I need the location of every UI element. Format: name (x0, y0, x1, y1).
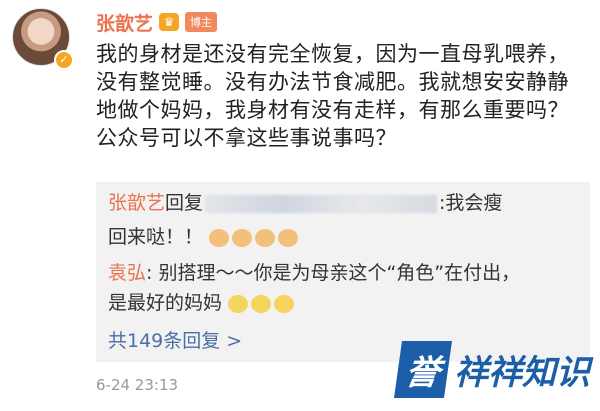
reply-1: 张歆艺回复 :我会瘦 (108, 190, 578, 217)
flexed-biceps-emoji-icon (209, 228, 230, 247)
logo-mark: 誉 (393, 340, 453, 398)
post-text: 我的身材是还没有完全恢复，因为一直母乳喂养，没有整觉睡。没有办法节食减肥。我就想… (96, 42, 569, 150)
flexed-biceps-emoji-icon (232, 228, 253, 247)
reply-text-cont: 是最好的妈妈 (108, 292, 223, 314)
reply-author-link[interactable]: 袁弘 (108, 262, 146, 284)
reply-text-cont: 回来哒！！ (108, 226, 204, 248)
hugging-emoji-icon (228, 294, 249, 313)
reply-text: : 别搭理～～你是为母亲这个“角色”在付出， (146, 262, 521, 284)
redacted-name (205, 194, 438, 213)
username[interactable]: 张歆艺 (96, 9, 153, 36)
reply-author-link[interactable]: 张歆艺 (108, 192, 165, 214)
verified-icon: ✓ (54, 50, 74, 70)
post-header: 张歆艺 ♛ 博主 (96, 8, 218, 36)
post-timestamp: 6-24 23:13 (96, 376, 179, 394)
reply-2-continuation: 是最好的妈妈 (108, 290, 578, 317)
reply-1-continuation: 回来哒！！ (108, 224, 578, 251)
reply-prefix: 回复 (165, 192, 204, 214)
flexed-biceps-emoji-icon (278, 228, 299, 247)
hugging-emoji-icon (251, 294, 272, 313)
reply-2: 袁弘: 别搭理～～你是为母亲这个“角色”在付出， (108, 260, 578, 287)
reply-text: :我会瘦 (439, 192, 503, 214)
role-badge: 博主 (185, 12, 218, 32)
flexed-biceps-emoji-icon (255, 228, 276, 247)
crown-icon: ♛ (159, 13, 180, 31)
watermark-logo: 誉 祥祥知识 (393, 334, 594, 404)
logo-text: 祥祥知识 (454, 352, 590, 393)
hugging-emoji-icon (274, 294, 295, 313)
